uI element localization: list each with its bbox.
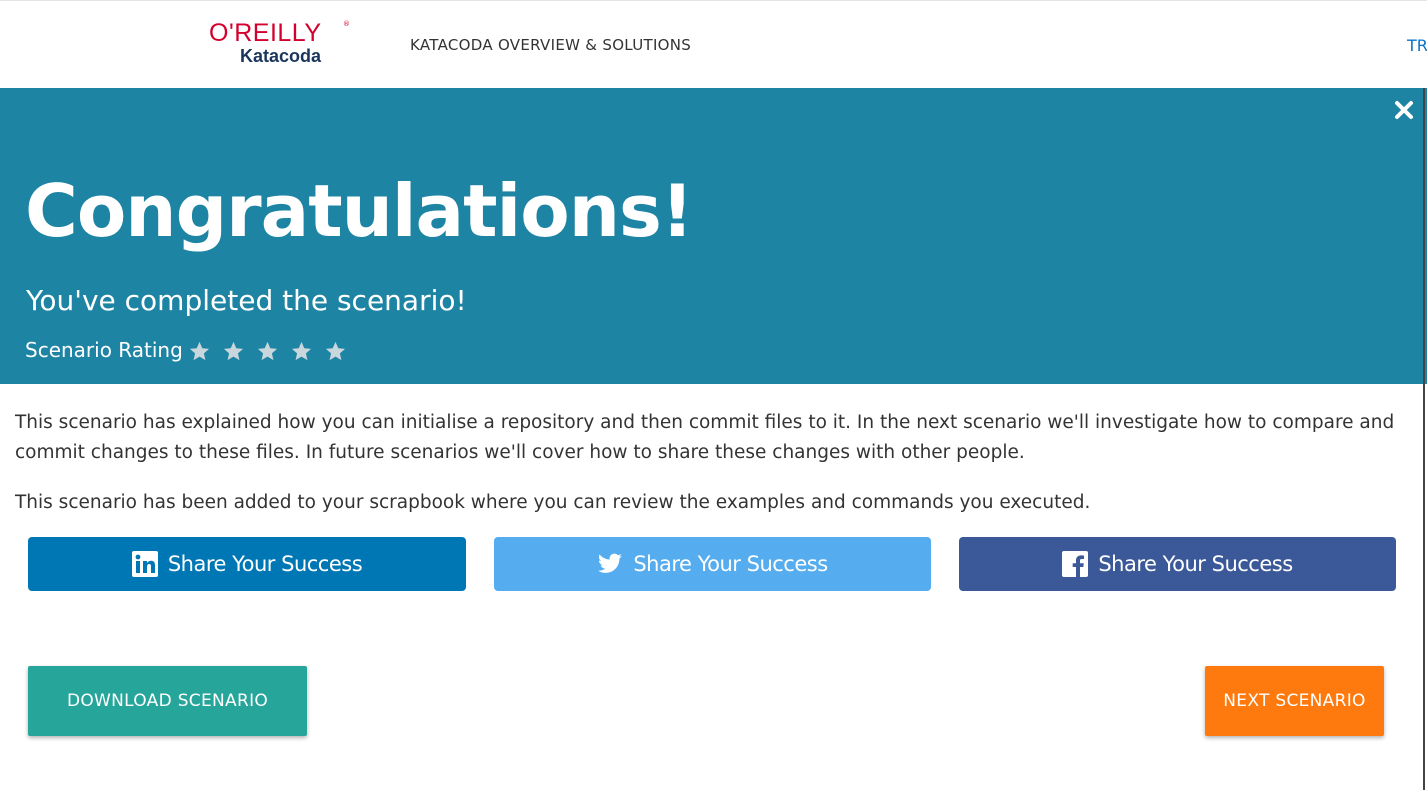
- star-icon-2[interactable]: [222, 340, 245, 363]
- star-icon-1[interactable]: [188, 340, 211, 363]
- share-linkedin-label: Share Your Success: [167, 552, 363, 576]
- share-facebook-label: Share Your Success: [1098, 552, 1293, 576]
- share-twitter-label: Share Your Success: [633, 552, 828, 576]
- linkedin-icon: [131, 551, 158, 577]
- logo-registered-mark: ®: [343, 20, 350, 28]
- star-icon-3[interactable]: [256, 340, 279, 363]
- facebook-icon: [1062, 551, 1089, 577]
- congratulations-title: Congratulations!: [25, 169, 694, 253]
- page-scrollbar[interactable]: [1423, 88, 1425, 790]
- scrapbook-paragraph: This scenario has been added to your scr…: [15, 492, 1091, 513]
- logo-oreilly-text: O'REILLY: [209, 19, 322, 47]
- star-icon-5[interactable]: [324, 340, 347, 363]
- nav-right-link-partial[interactable]: TR: [1407, 36, 1427, 55]
- logo-katacoda-text: Katacoda: [240, 46, 322, 66]
- completed-subtitle: You've completed the scenario!: [26, 284, 467, 317]
- nav-katacoda-overview-link[interactable]: KATACODA OVERVIEW & SOLUTIONS: [410, 36, 691, 54]
- oreilly-katacoda-logo[interactable]: O'REILLY ® Katacoda: [209, 19, 350, 69]
- download-scenario-button[interactable]: DOWNLOAD SCENARIO: [28, 666, 307, 736]
- share-linkedin-button[interactable]: Share Your Success: [28, 537, 466, 591]
- scenario-rating-stars: [188, 340, 347, 363]
- scrapbook-note: This scenario has been added to your scr…: [15, 488, 1415, 518]
- share-facebook-button[interactable]: Share Your Success: [959, 537, 1396, 591]
- share-twitter-button[interactable]: Share Your Success: [494, 537, 931, 591]
- scenario-summary: This scenario has explained how you can …: [15, 408, 1415, 468]
- next-scenario-button[interactable]: NEXT SCENARIO: [1205, 666, 1384, 736]
- star-icon-4[interactable]: [290, 340, 313, 363]
- congratulations-banner: Congratulations! You've completed the sc…: [0, 88, 1427, 384]
- summary-paragraph: This scenario has explained how you can …: [15, 412, 1395, 463]
- close-icon[interactable]: [1392, 98, 1416, 122]
- twitter-icon: [598, 553, 623, 573]
- top-navigation-bar: O'REILLY ® Katacoda KATACODA OVERVIEW & …: [0, 0, 1427, 87]
- scenario-rating-label: Scenario Rating: [25, 338, 183, 362]
